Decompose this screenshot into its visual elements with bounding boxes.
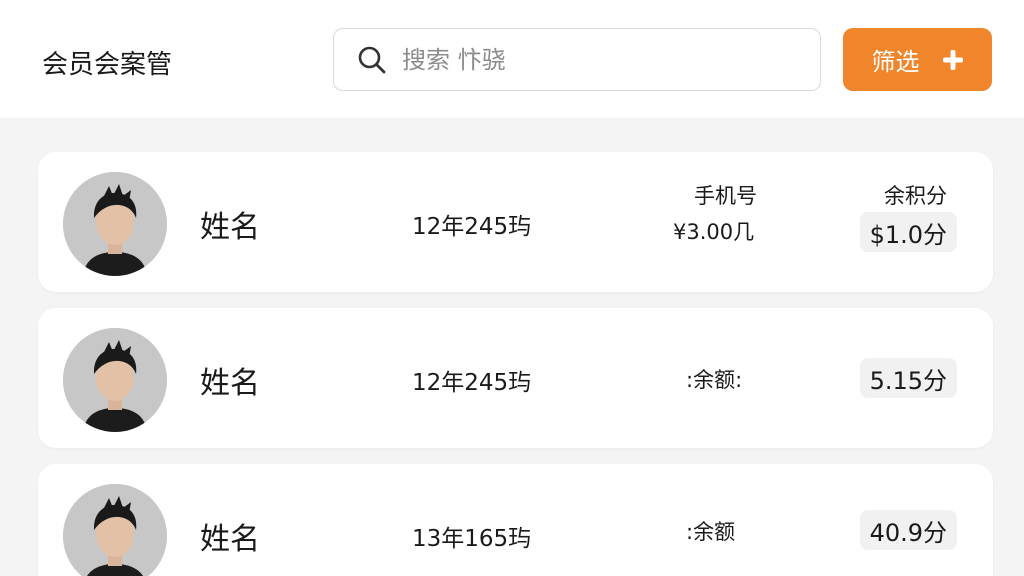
balance-label: :余额: xyxy=(686,368,743,392)
phone-value: ¥3.00几 xyxy=(673,220,755,244)
member-date: 12年245玙 xyxy=(412,370,532,396)
app-header: 会员会案管 筛选 xyxy=(0,0,1024,118)
plus-icon xyxy=(942,49,964,71)
filter-button[interactable]: 筛选 xyxy=(843,28,992,91)
filter-button-label: 筛选 xyxy=(871,48,920,76)
member-card[interactable]: 姓名 12年245玙 手机号 ¥3.00几 余积分 $1.0分 xyxy=(38,152,993,292)
page-title: 会员会案管 xyxy=(42,50,173,80)
member-date: 12年245玙 xyxy=(412,214,532,240)
phone-label: 手机号 xyxy=(694,184,757,208)
member-date: 13年165玙 xyxy=(412,526,532,552)
member-name: 姓名 xyxy=(200,522,260,557)
balance-badge: $1.0分 xyxy=(859,212,957,252)
search-box[interactable] xyxy=(333,28,821,91)
points-label: 余积分 xyxy=(884,184,947,208)
member-name: 姓名 xyxy=(200,366,260,401)
avatar-icon xyxy=(63,172,167,276)
member-card[interactable]: 姓名 12年245玙 :余额: 5.15分 xyxy=(38,308,993,448)
search-input[interactable] xyxy=(402,39,802,80)
avatar-icon xyxy=(63,484,167,576)
member-card[interactable]: 姓名 13年165玙 :余额 40.9分 xyxy=(38,464,993,576)
balance-label: :余额 xyxy=(686,520,736,544)
balance-badge: 40.9分 xyxy=(859,510,957,550)
search-icon xyxy=(356,44,388,76)
avatar-icon xyxy=(63,328,167,432)
member-name: 姓名 xyxy=(200,210,260,245)
balance-badge: 5.15分 xyxy=(859,358,957,398)
